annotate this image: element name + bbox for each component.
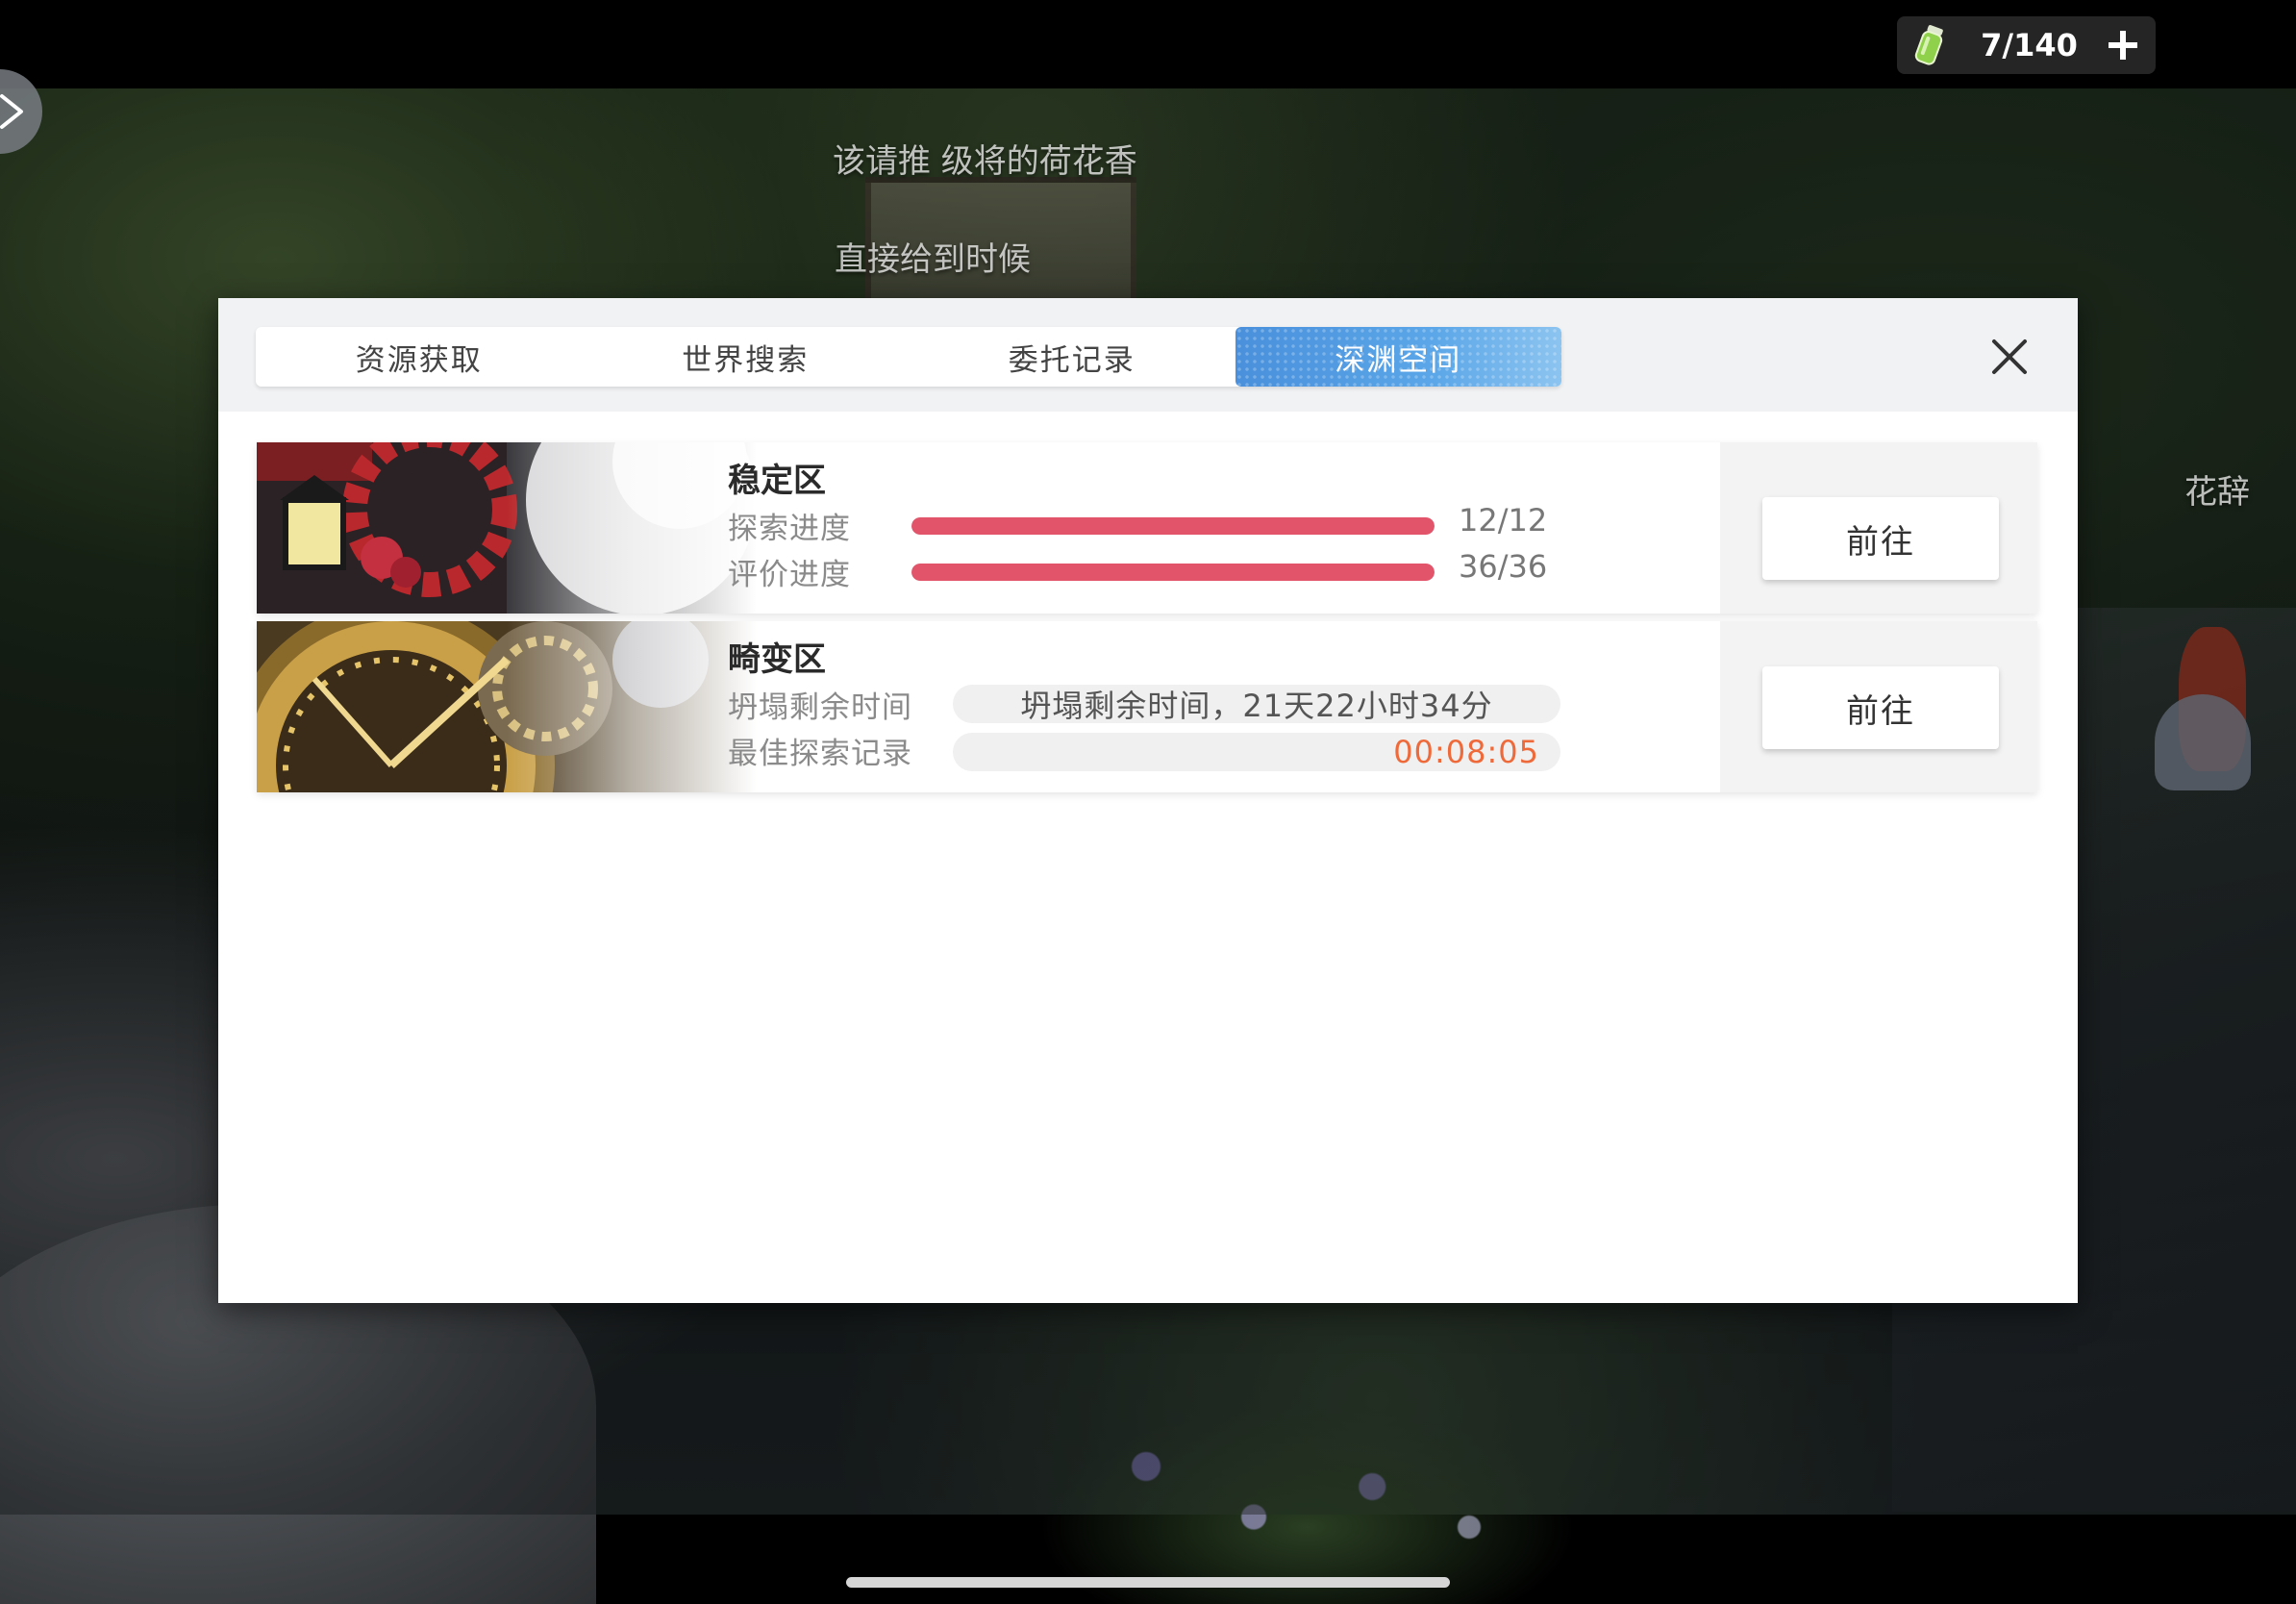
game-screen: 该请推 级将的荷花香 直接给到时候 花辞 7/140 资源获取 世界搜索 委托记… [0,0,2296,1604]
go-area: 前往 [1720,621,2037,792]
go-button-stable[interactable]: 前往 [1762,497,1999,580]
zone-art-stable [257,442,757,614]
exploration-progress-fill [911,517,1435,535]
exploration-progress-bar [911,517,1435,535]
abyss-dialog-panel: 资源获取 世界搜索 委托记录 深渊空间 稳定区 探索进度 12/12 评价进度 … [218,298,2078,1303]
zone-card-stable: 稳定区 探索进度 12/12 评价进度 36/36 前往 [257,442,2037,614]
zone-card-distorted: 畸变区 坍塌剩余时间 坍塌剩余时间，21天22小时34分 最佳探索记录 00:0… [257,621,2037,792]
collapse-time-label: 坍塌剩余时间 [728,690,912,725]
zone-title: 畸变区 [728,640,826,679]
close-icon [1992,339,2027,374]
home-indicator[interactable] [846,1577,1450,1588]
zone-art-distorted [257,621,757,792]
npc-name-label: 花辞 [2184,473,2250,512]
panel-header: 资源获取 世界搜索 委托记录 深渊空间 [218,298,2078,412]
close-button[interactable] [1985,333,2034,381]
tab-world-search[interactable]: 世界搜索 [583,327,910,387]
go-button-distorted[interactable]: 前往 [1762,666,1999,749]
best-record-value: 00:08:05 [953,733,1560,771]
collapse-time-value: 坍塌剩余时间，21天22小时34分 [953,685,1560,724]
exploration-progress-label: 探索进度 [728,512,851,546]
rating-progress-label: 评价进度 [728,558,851,592]
tab-abyss-space[interactable]: 深渊空间 [1235,327,1561,387]
rating-progress-value: 36/36 [1459,548,1548,585]
zone-title: 稳定区 [728,462,826,500]
rating-progress-bar [911,564,1435,581]
tab-resource-acquisition[interactable]: 资源获取 [256,327,583,387]
chevron-right-icon [0,94,23,129]
exploration-progress-value: 12/12 [1459,502,1548,539]
plus-icon [2109,31,2137,60]
green-vial-icon [1914,25,1943,65]
scene-overlay-text-2: 直接给到时候 [835,240,1031,279]
best-record-label: 最佳探索记录 [728,737,912,771]
rating-progress-fill [911,564,1435,581]
stamina-counter: 7/140 [1897,16,2156,74]
tab-commission-records[interactable]: 委托记录 [909,327,1235,387]
add-stamina-button[interactable] [2104,26,2142,64]
tab-bar: 资源获取 世界搜索 委托记录 深渊空间 [256,327,1561,387]
stamina-count: 7/140 [1981,27,2078,63]
scene-overlay-text-1: 该请推 级将的荷花香 [833,142,1137,181]
go-area: 前往 [1720,442,2037,614]
